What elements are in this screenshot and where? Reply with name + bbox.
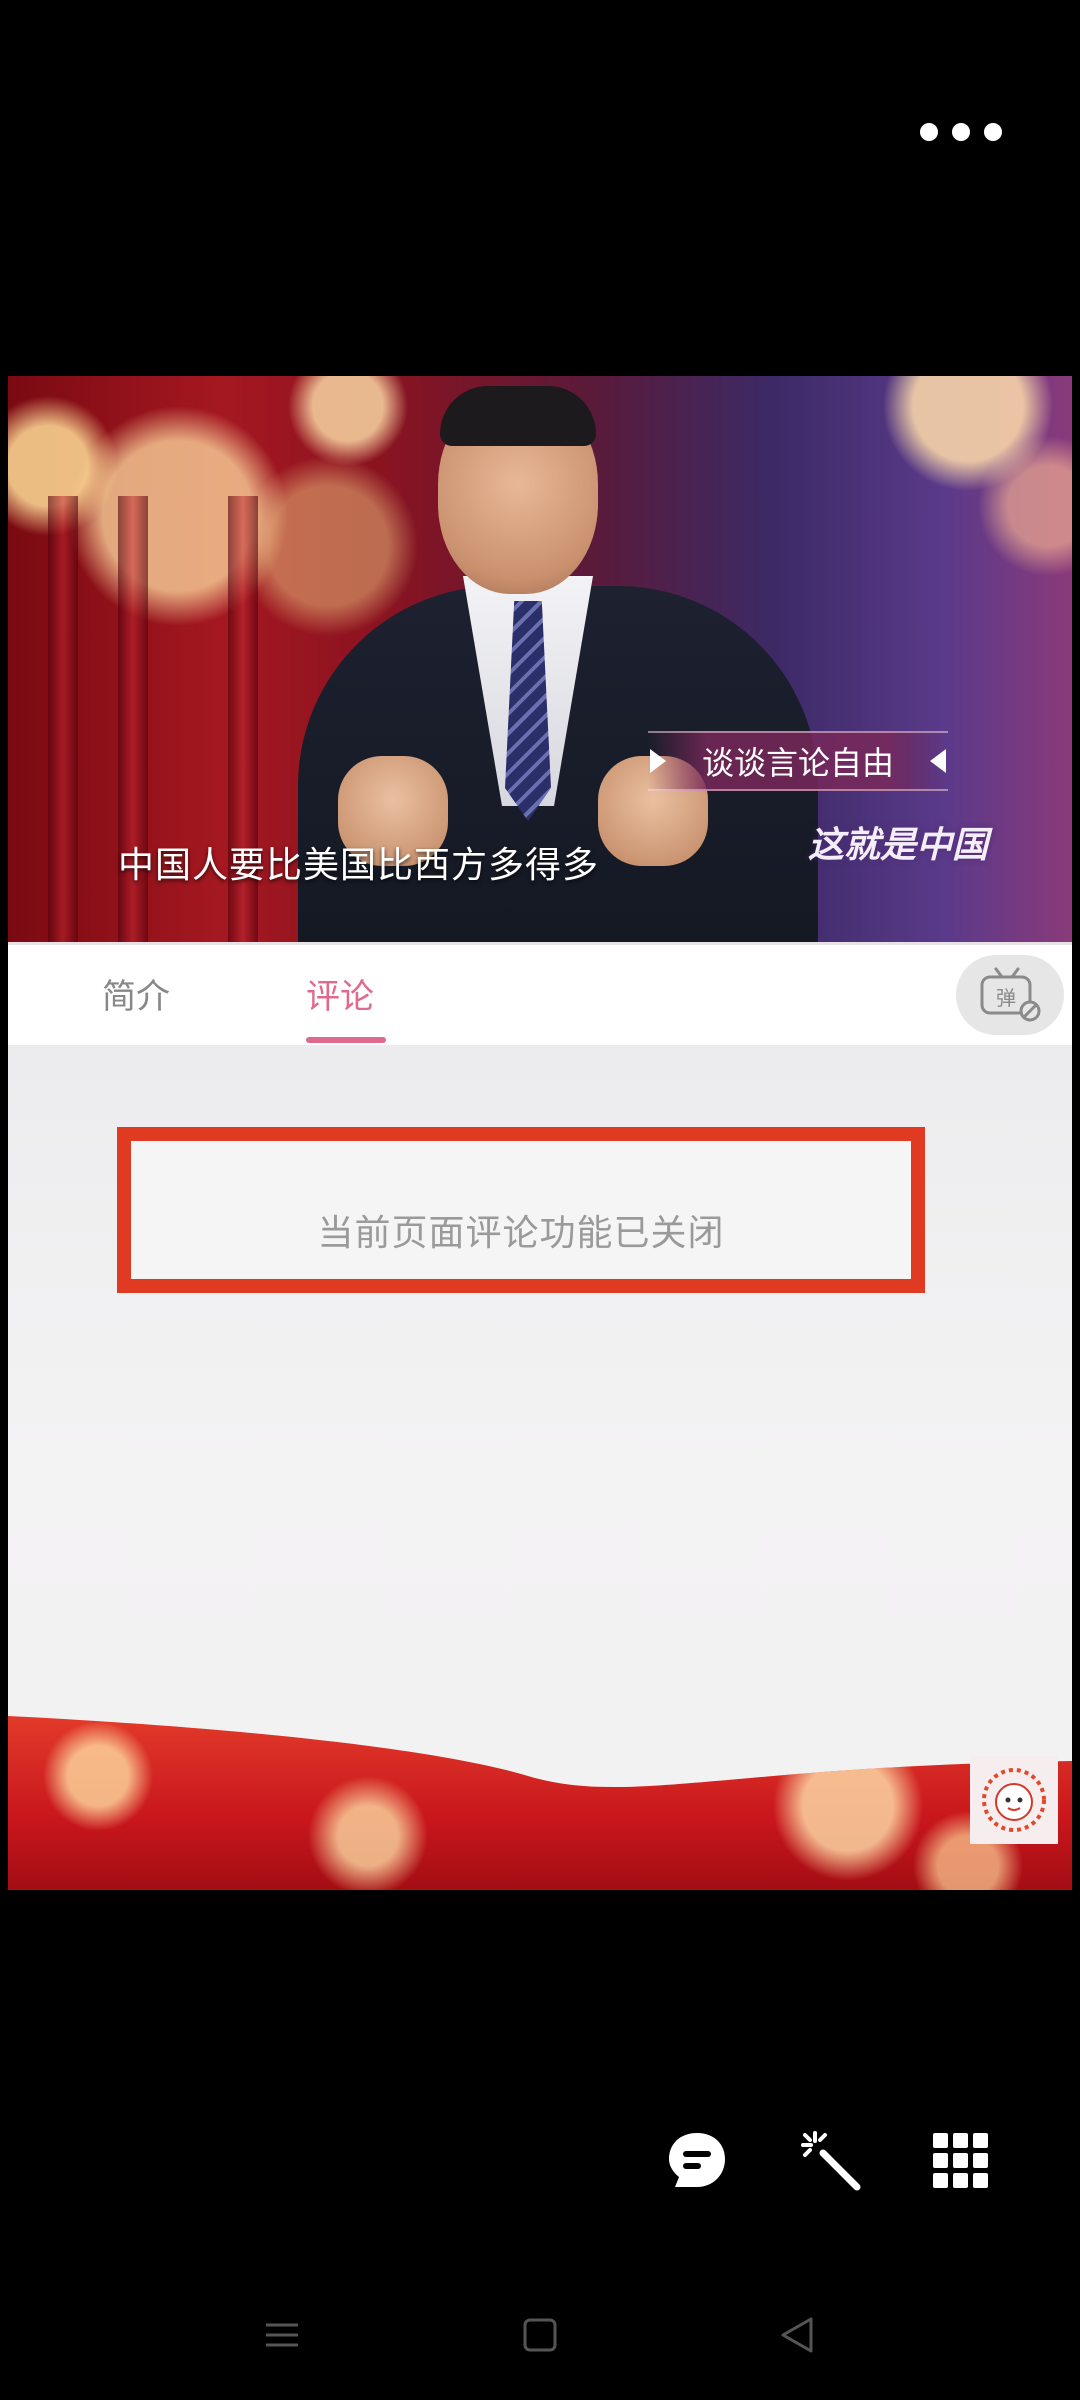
banner-arrow-left-icon: [650, 749, 666, 773]
home-icon[interactable]: [515, 2310, 565, 2360]
video-player[interactable]: 谈谈言论自由 这就是中国 中国人要比美国比西方多得多: [8, 376, 1072, 942]
topic-banner: 谈谈言论自由: [648, 731, 948, 791]
back-glyph: [781, 2317, 813, 2353]
danmaku-glyph: 弹: [980, 967, 1041, 1022]
danmaku-off-icon[interactable]: 弹: [956, 955, 1064, 1035]
back-icon[interactable]: [772, 2310, 822, 2360]
mascot-icon[interactable]: [970, 1756, 1058, 1844]
banner-arrow-right-icon: [930, 749, 946, 773]
grid-apps-icon[interactable]: [926, 2126, 996, 2196]
dot: [984, 123, 1002, 141]
chat-glyph: [669, 2133, 725, 2187]
home-glyph: [523, 2318, 557, 2352]
chat-icon[interactable]: [662, 2126, 732, 2196]
show-logo: 这就是中国: [808, 825, 989, 866]
comments-closed-notice: 当前页面评论功能已关闭: [117, 1127, 925, 1293]
menu-glyph: [266, 2323, 298, 2347]
dot: [952, 123, 970, 141]
tab-comments[interactable]: 评论: [306, 969, 374, 1018]
bottom-toolbar: [0, 2126, 1080, 2196]
topic-banner-text: 谈谈言论自由: [701, 744, 894, 782]
active-tab-indicator: [306, 1037, 386, 1043]
grid-apps-glyph: [933, 2133, 988, 2188]
comments-closed-text: 当前页面评论功能已关闭: [317, 1213, 725, 1254]
system-nav-bar: [0, 2310, 1080, 2360]
mascot-glyph: [982, 1768, 1046, 1832]
tab-bar: 简介 评论 弹: [8, 942, 1072, 1045]
magic-wand-icon[interactable]: [796, 2126, 866, 2196]
presenter-hair: [440, 386, 596, 446]
dot: [920, 123, 938, 141]
menu-icon[interactable]: [257, 2310, 307, 2360]
more-dots-icon[interactable]: [920, 112, 1002, 152]
video-subtitle: 中国人要比美国比西方多得多: [118, 845, 600, 886]
magic-wand-glyph: [801, 2131, 861, 2191]
svg-text:弹: 弹: [996, 986, 1016, 1010]
tab-intro[interactable]: 简介: [102, 969, 170, 1018]
screen: 谈谈言论自由 这就是中国 中国人要比美国比西方多得多 简介 评论 弹 当前页面评…: [0, 0, 1080, 2400]
stage-curtain: [48, 496, 78, 942]
